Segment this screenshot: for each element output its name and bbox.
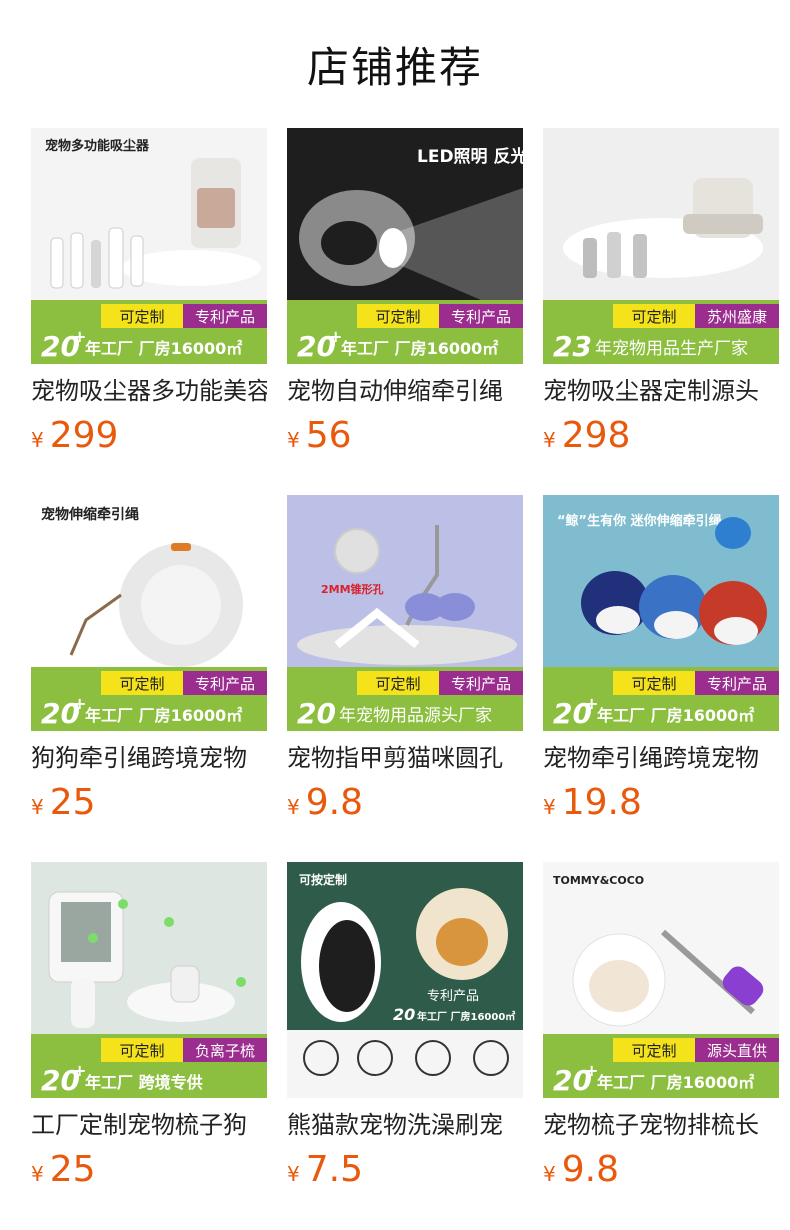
- image-headline: 可按定制: [299, 872, 347, 887]
- product-card[interactable]: “鲸”生有你 迷你伸缩牵引绳 可定制 专利产品 20 + 年工厂 厂房16000…: [543, 495, 779, 835]
- svg-text:专利产品: 专利产品: [427, 989, 479, 1004]
- image-headline: 宠物伸缩牵引绳: [41, 506, 139, 523]
- svg-text:年工厂 厂房16000㎡: 年工厂 厂房16000㎡: [417, 1010, 515, 1023]
- product-name[interactable]: 宠物牵引绳跨境宠物: [543, 741, 779, 775]
- product-name[interactable]: 宠物梳子宠物排梳长: [543, 1108, 779, 1142]
- product-card[interactable]: 2MM锥形孔 可定制 专利产品 20 年宠物用品源头厂家 宠物指甲剪猫咪圆孔 ¥…: [287, 495, 523, 835]
- svg-text:源头直供: 源头直供: [707, 1042, 767, 1060]
- svg-text:可定制: 可定制: [631, 1042, 676, 1060]
- currency-symbol: ¥: [543, 795, 556, 819]
- product-price: ¥299: [31, 414, 118, 458]
- price-amount: 7.5: [305, 1149, 363, 1190]
- image-headline: 2MM锥形孔: [321, 582, 384, 596]
- price-amount: 19.8: [561, 782, 642, 823]
- price-amount: 56: [305, 415, 352, 456]
- product-name[interactable]: 熊猫款宠物洗澡刷宠: [287, 1108, 523, 1142]
- svg-text:年工厂 跨境专供: 年工厂 跨境专供: [85, 1073, 203, 1092]
- svg-text:20: 20: [297, 697, 336, 730]
- svg-text:可定制: 可定制: [119, 1042, 164, 1060]
- svg-text:年工厂 厂房16000㎡: 年工厂 厂房16000㎡: [85, 706, 242, 725]
- product-image[interactable]: 可按定制 专利产品 20 年工厂 厂房16000㎡: [287, 862, 523, 1098]
- image-headline: LED照明 反光织带: [417, 146, 523, 167]
- svg-text:可定制: 可定制: [375, 308, 420, 326]
- currency-symbol: ¥: [287, 795, 300, 819]
- svg-text:可定制: 可定制: [631, 675, 676, 693]
- image-headline: “鲸”生有你 迷你伸缩牵引绳: [557, 513, 722, 529]
- svg-text:年工厂 厂房16000㎡: 年工厂 厂房16000㎡: [597, 1073, 754, 1092]
- svg-text:专利产品: 专利产品: [707, 675, 767, 693]
- product-price: ¥9.8: [543, 1148, 619, 1192]
- currency-symbol: ¥: [287, 1162, 300, 1186]
- svg-text:可定制: 可定制: [119, 308, 164, 326]
- product-card[interactable]: 宠物伸缩牵引绳 可定制 专利产品 20 + 年工厂 厂房16000㎡ 狗狗牵引绳…: [31, 495, 267, 835]
- product-image[interactable]: 可定制 负离子梳 20 + 年工厂 跨境专供: [31, 862, 267, 1098]
- product-name[interactable]: 宠物自动伸缩牵引绳: [287, 374, 523, 408]
- product-card[interactable]: 宠物多功能吸尘器 可定制 专利产品 20 + 年工厂 厂房16000㎡ 宠物吸尘…: [31, 128, 267, 468]
- svg-text:专利产品: 专利产品: [451, 675, 511, 693]
- svg-text:年宠物用品生产厂家: 年宠物用品生产厂家: [595, 339, 748, 359]
- product-price: ¥7.5: [287, 1148, 363, 1192]
- price-amount: 25: [49, 782, 96, 823]
- product-image[interactable]: LED照明 反光织带 可定制 专利产品 20 + 年工厂 厂房16000㎡: [287, 128, 523, 364]
- product-name[interactable]: 宠物指甲剪猫咪圆孔: [287, 741, 523, 775]
- image-headline: 宠物多功能吸尘器: [45, 138, 150, 154]
- svg-text:专利产品: 专利产品: [195, 675, 255, 693]
- svg-text:年宠物用品源头厂家: 年宠物用品源头厂家: [339, 706, 492, 726]
- price-amount: 9.8: [561, 1149, 619, 1190]
- svg-text:20: 20: [393, 1005, 415, 1024]
- product-image[interactable]: 宠物伸缩牵引绳 可定制 专利产品 20 + 年工厂 厂房16000㎡: [31, 495, 267, 731]
- svg-text:专利产品: 专利产品: [195, 308, 255, 326]
- product-price: ¥25: [31, 781, 96, 825]
- product-image[interactable]: “鲸”生有你 迷你伸缩牵引绳 可定制 专利产品 20 + 年工厂 厂房16000…: [543, 495, 779, 731]
- product-price: ¥25: [31, 1148, 96, 1192]
- product-price: ¥298: [543, 414, 630, 458]
- currency-symbol: ¥: [287, 428, 300, 452]
- svg-text:年工厂 厂房16000㎡: 年工厂 厂房16000㎡: [597, 706, 754, 725]
- price-amount: 298: [561, 415, 631, 456]
- svg-text:负离子梳: 负离子梳: [195, 1042, 255, 1060]
- currency-symbol: ¥: [31, 428, 44, 452]
- product-image[interactable]: 可定制 苏州盛康 23 年宠物用品生产厂家: [543, 128, 779, 364]
- svg-text:可定制: 可定制: [375, 675, 420, 693]
- product-image[interactable]: 2MM锥形孔 可定制 专利产品 20 年宠物用品源头厂家: [287, 495, 523, 731]
- svg-text:23: 23: [553, 330, 592, 363]
- product-name[interactable]: 狗狗牵引绳跨境宠物: [31, 741, 267, 775]
- currency-symbol: ¥: [31, 1162, 44, 1186]
- svg-text:专利产品: 专利产品: [451, 308, 511, 326]
- currency-symbol: ¥: [543, 1162, 556, 1186]
- currency-symbol: ¥: [543, 428, 556, 452]
- product-price: ¥9.8: [287, 781, 363, 825]
- product-image[interactable]: 宠物多功能吸尘器 可定制 专利产品 20 + 年工厂 厂房16000㎡: [31, 128, 267, 364]
- product-card[interactable]: TOMMY&COCO 可定制 源头直供 20 + 年工厂 厂房16000㎡ 宠物…: [543, 862, 779, 1202]
- price-amount: 9.8: [305, 782, 363, 823]
- svg-text:苏州盛康: 苏州盛康: [707, 308, 767, 326]
- image-headline: TOMMY&COCO: [553, 874, 644, 887]
- product-card[interactable]: 可定制 负离子梳 20 + 年工厂 跨境专供 工厂定制宠物梳子狗 ¥25: [31, 862, 267, 1202]
- page-title: 店铺推荐: [306, 43, 483, 92]
- product-name[interactable]: 宠物吸尘器多功能美容: [31, 374, 267, 408]
- svg-text:年工厂 厂房16000㎡: 年工厂 厂房16000㎡: [341, 339, 498, 358]
- product-name[interactable]: 工厂定制宠物梳子狗: [31, 1108, 267, 1142]
- price-amount: 25: [49, 1149, 96, 1190]
- product-card[interactable]: 可定制 苏州盛康 23 年宠物用品生产厂家 宠物吸尘器定制源头 ¥298: [543, 128, 779, 468]
- product-name[interactable]: 宠物吸尘器定制源头: [543, 374, 779, 408]
- product-price: ¥19.8: [543, 781, 642, 825]
- svg-text:可定制: 可定制: [631, 308, 676, 326]
- product-price: ¥56: [287, 414, 352, 458]
- currency-symbol: ¥: [31, 795, 44, 819]
- product-card[interactable]: 可按定制 专利产品 20 年工厂 厂房16000㎡ 熊猫款宠物洗澡刷宠 ¥7.5: [287, 862, 523, 1202]
- product-card[interactable]: LED照明 反光织带 可定制 专利产品 20 + 年工厂 厂房16000㎡ 宠物…: [287, 128, 523, 468]
- svg-text:可定制: 可定制: [119, 675, 164, 693]
- svg-text:年工厂 厂房16000㎡: 年工厂 厂房16000㎡: [85, 339, 242, 358]
- price-amount: 299: [49, 415, 119, 456]
- product-image[interactable]: TOMMY&COCO 可定制 源头直供 20 + 年工厂 厂房16000㎡: [543, 862, 779, 1098]
